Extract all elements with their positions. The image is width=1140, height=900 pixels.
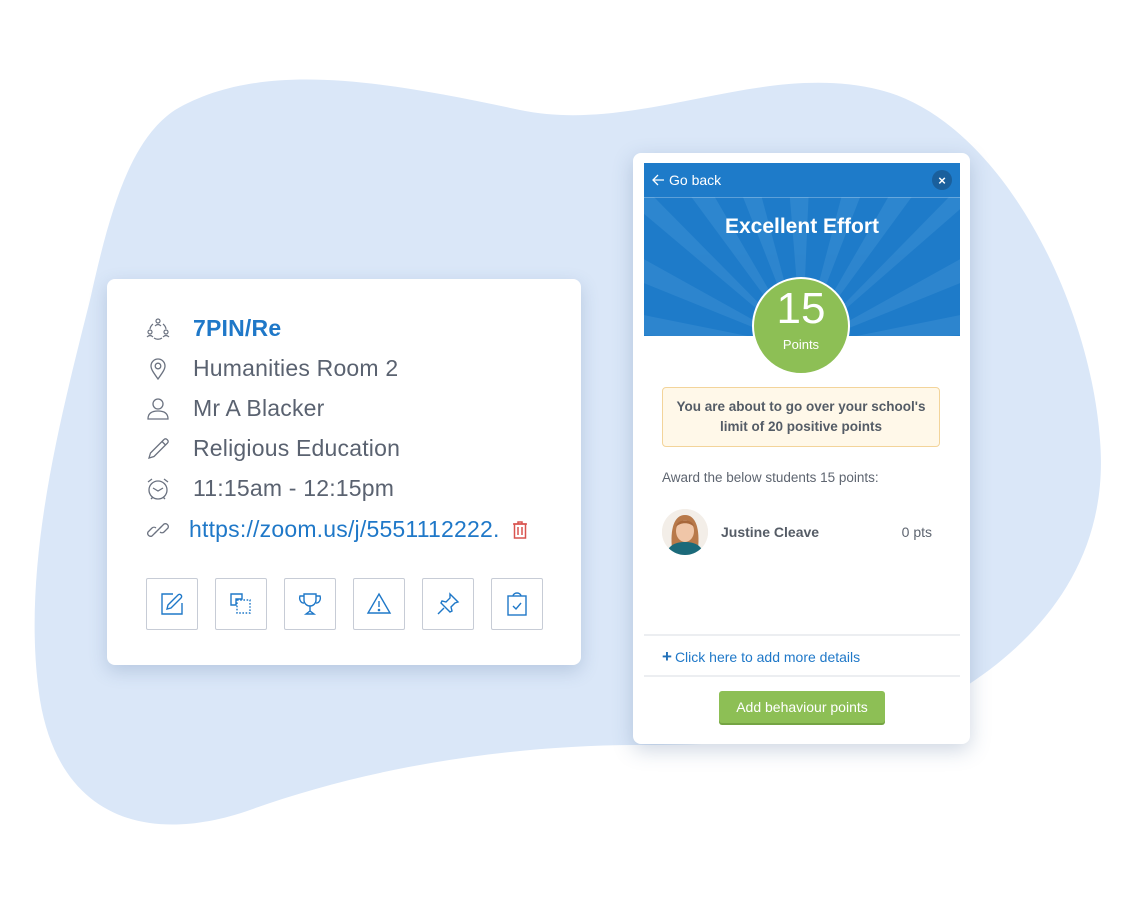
pin-button[interactable] (422, 578, 474, 630)
add-behaviour-points-button[interactable]: Add behaviour points (719, 691, 885, 723)
group-icon (145, 316, 171, 342)
behaviour-title: Excellent Effort (724, 215, 880, 238)
student-name: Justine Cleave (721, 524, 820, 540)
subject-row: Religious Education (145, 435, 400, 462)
award-label: Award the below students 15 points: (662, 470, 879, 485)
pencil-icon (145, 436, 171, 462)
pin-icon (437, 592, 460, 615)
warning-icon (366, 592, 392, 614)
edit-button[interactable] (146, 578, 198, 630)
arrow-left-icon (652, 174, 664, 186)
trash-icon[interactable] (512, 520, 528, 540)
location-pin-icon (145, 356, 171, 382)
class-code[interactable]: 7PIN/Re (193, 315, 281, 342)
close-icon[interactable]: × (932, 170, 952, 190)
time: 11:15am - 12:15pm (193, 475, 395, 501)
warning-button[interactable] (353, 578, 405, 630)
plus-icon: + (662, 647, 672, 666)
meeting-link[interactable]: https://zoom.us/j/5551112222. (189, 516, 500, 543)
teacher: Mr A Blacker (193, 395, 325, 421)
points-value: 15 (776, 284, 826, 333)
edit-icon (161, 593, 183, 615)
go-back-button[interactable]: Go back (652, 172, 721, 188)
go-back-label: Go back (669, 172, 722, 188)
student-points: 0 pts (901, 524, 932, 540)
class-row: 7PIN/Re (145, 315, 281, 342)
panel-topbar: Go back × (644, 163, 960, 198)
points-badge: 15 Points (752, 277, 850, 375)
points-panel: Go back × Excellent Effort 15 Points You… (633, 153, 970, 744)
points-label: Points (782, 337, 820, 352)
subject: Religious Education (193, 435, 401, 461)
student-avatar (662, 509, 708, 555)
copy-button[interactable] (215, 578, 267, 630)
clipboard-check-icon (507, 592, 527, 616)
student-row: Justine Cleave 0 pts (662, 507, 932, 557)
room-row: Humanities Room 2 (145, 355, 398, 382)
divider (644, 675, 960, 677)
alarm-clock-icon (145, 476, 171, 502)
limit-warning: You are about to go over your school's l… (662, 387, 940, 447)
link-row: https://zoom.us/j/5551112222. (145, 516, 528, 543)
divider (644, 634, 960, 636)
person-icon (145, 396, 171, 422)
add-details-label: Click here to add more details (674, 649, 861, 665)
teacher-row: Mr A Blacker (145, 395, 325, 422)
copy-icon (230, 593, 251, 614)
time-row: 11:15am - 12:15pm (145, 475, 394, 502)
trophy-icon (298, 593, 322, 615)
register-button[interactable] (491, 578, 543, 630)
link-icon (145, 517, 171, 543)
add-details-link[interactable]: + Click here to add more details (662, 647, 860, 667)
award-button[interactable] (284, 578, 336, 630)
lesson-card: 7PIN/Re Humanities Room 2 Mr A Blacker R… (107, 279, 581, 665)
room: Humanities Room 2 (193, 355, 399, 381)
